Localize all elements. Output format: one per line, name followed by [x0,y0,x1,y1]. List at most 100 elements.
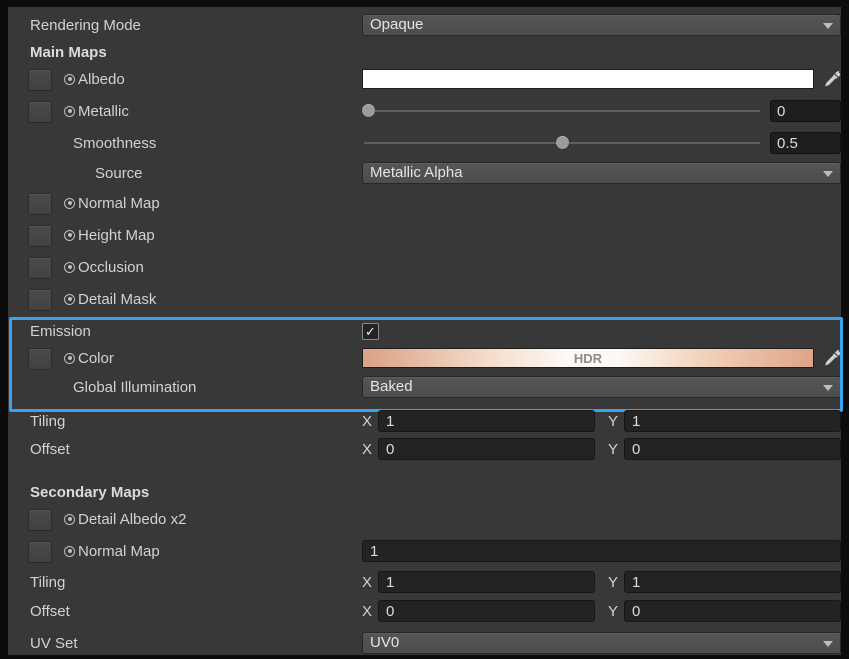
chevron-down-icon [823,23,833,29]
detail-mask-row: Detail Mask [8,288,841,310]
emission-checkbox[interactable]: ✓ [362,323,379,340]
emission-hdr-color-swatch[interactable]: HDR [362,348,814,368]
y-axis-label: Y [608,413,618,430]
metallic-row: Metallic [8,100,841,122]
emission-label: Emission [30,323,91,340]
normal-map-row: Normal Map [8,192,841,214]
y-axis-label: Y [608,603,618,620]
material-inspector-panel: Rendering Mode Opaque Main Maps Albedo [8,7,841,655]
texture-target-icon[interactable] [64,106,75,117]
smoothness-slider[interactable] [362,132,762,154]
emission-color-row: Color HDR [8,347,841,369]
uv-set-value: UV0 [370,633,399,653]
chevron-down-icon [823,641,833,647]
metallic-value-field[interactable] [770,100,841,122]
texture-target-icon[interactable] [64,294,75,305]
emission-texture-slot[interactable] [28,348,52,370]
secondary-maps-header-row: Secondary Maps [8,481,841,503]
albedo-label: Albedo [78,71,125,88]
metallic-slider[interactable] [362,100,762,122]
secondary-maps-header: Secondary Maps [30,484,149,501]
detail-albedo-texture-slot[interactable] [28,509,52,531]
occlusion-label: Occlusion [78,259,144,276]
texture-target-icon[interactable] [64,198,75,209]
detail-mask-texture-slot[interactable] [28,289,52,311]
smoothness-label: Smoothness [73,135,156,152]
height-map-row: Height Map [8,224,841,246]
texture-target-icon[interactable] [64,74,75,85]
detail-mask-label: Detail Mask [78,291,156,308]
main-maps-header-row: Main Maps [8,41,841,63]
main-offset-row: Offset X Y [8,438,841,460]
secondary-offset-x-field[interactable] [378,600,595,622]
x-axis-label: X [362,603,372,620]
secondary-offset-row: Offset X Y [8,600,841,622]
secondary-normal-map-label: Normal Map [78,543,160,560]
metallic-texture-slot[interactable] [28,101,52,123]
emission-row: Emission ✓ [8,320,841,342]
detail-albedo-row: Detail Albedo x2 [8,508,841,530]
x-axis-label: X [362,413,372,430]
y-axis-label: Y [608,574,618,591]
chevron-down-icon [823,171,833,177]
occlusion-row: Occlusion [8,256,841,278]
source-dropdown[interactable]: Metallic Alpha [362,162,841,184]
texture-target-icon[interactable] [64,230,75,241]
eyedropper-icon[interactable] [823,349,841,367]
main-tiling-y-field[interactable] [624,410,841,432]
eyedropper-icon[interactable] [823,70,841,88]
chevron-down-icon [823,385,833,391]
albedo-row: Albedo [8,68,841,90]
albedo-texture-slot[interactable] [28,69,52,91]
secondary-tiling-x-field[interactable] [378,571,595,593]
main-maps-header: Main Maps [30,44,107,61]
uv-set-row: UV Set UV0 [8,632,841,654]
rendering-mode-row: Rendering Mode Opaque [8,14,841,36]
x-axis-label: X [362,441,372,458]
tiling-label: Tiling [30,413,65,430]
offset-label: Offset [30,441,70,458]
occlusion-texture-slot[interactable] [28,257,52,279]
smoothness-slider-handle[interactable] [556,136,569,149]
height-map-texture-slot[interactable] [28,225,52,247]
texture-target-icon[interactable] [64,514,75,525]
uv-set-dropdown[interactable]: UV0 [362,632,841,654]
secondary-tiling-row: Tiling X Y [8,571,841,593]
y-axis-label: Y [608,441,618,458]
slider-track [364,110,760,112]
secondary-normal-map-texture-slot[interactable] [28,541,52,563]
secondary-normal-map-scale-field[interactable] [362,540,841,562]
main-tiling-row: Tiling X Y [8,410,841,432]
global-illumination-row: Global Illumination Baked [8,376,841,398]
main-tiling-x-field[interactable] [378,410,595,432]
normal-map-texture-slot[interactable] [28,193,52,215]
metallic-slider-handle[interactable] [362,104,375,117]
texture-target-icon[interactable] [64,353,75,364]
source-value: Metallic Alpha [370,163,463,183]
main-offset-x-field[interactable] [378,438,595,460]
detail-albedo-label: Detail Albedo x2 [78,511,186,528]
texture-target-icon[interactable] [64,262,75,273]
normal-map-label: Normal Map [78,195,160,212]
secondary-offset-y-field[interactable] [624,600,841,622]
secondary-tiling-y-field[interactable] [624,571,841,593]
smoothness-value-field[interactable] [770,132,841,154]
metallic-label: Metallic [78,103,129,120]
tiling-label: Tiling [30,574,65,591]
albedo-color-swatch[interactable] [362,69,814,89]
rendering-mode-label: Rendering Mode [30,17,141,34]
uv-set-label: UV Set [30,635,78,652]
texture-target-icon[interactable] [64,546,75,557]
height-map-label: Height Map [78,227,155,244]
rendering-mode-dropdown[interactable]: Opaque [362,14,841,36]
global-illumination-value: Baked [370,377,413,397]
checkmark-icon: ✓ [365,325,376,338]
source-label: Source [95,165,143,182]
global-illumination-dropdown[interactable]: Baked [362,376,841,398]
main-offset-y-field[interactable] [624,438,841,460]
x-axis-label: X [362,574,372,591]
offset-label: Offset [30,603,70,620]
rendering-mode-value: Opaque [370,15,423,35]
secondary-normal-map-row: Normal Map [8,540,841,562]
hdr-badge: HDR [574,351,602,366]
